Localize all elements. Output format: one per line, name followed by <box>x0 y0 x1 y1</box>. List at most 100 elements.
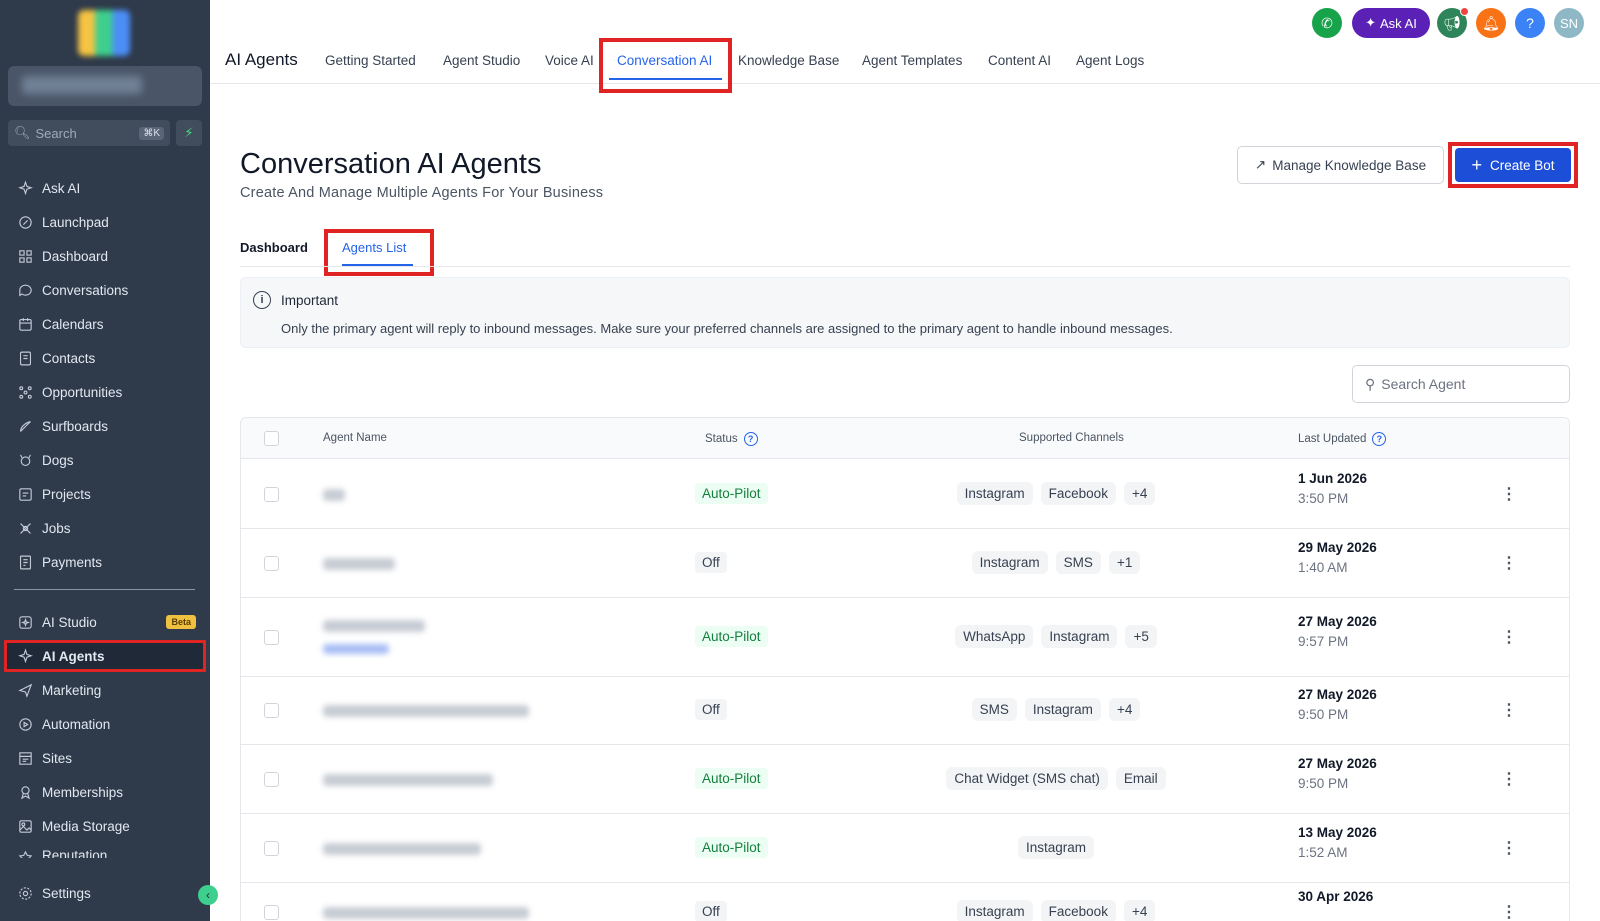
channel-chip[interactable]: +4 <box>1123 481 1156 505</box>
beta-badge: Beta <box>166 615 196 629</box>
agent-name-blurred[interactable] <box>323 488 345 501</box>
channel-chip[interactable]: +5 <box>1125 624 1157 648</box>
sidebar-item-ai-studio[interactable]: AI Studio Beta <box>0 606 210 638</box>
select-all-checkbox[interactable] <box>264 431 279 446</box>
sidebar-item-memberships[interactable]: Memberships <box>0 776 210 808</box>
tab-agent-logs[interactable]: Agent Logs <box>1076 53 1144 68</box>
channel-list: WhatsApp Instagram +5 <box>801 624 1311 648</box>
sidebar-item-settings[interactable]: Settings <box>0 877 210 909</box>
table-row[interactable]: Auto-Pilot Instagram Facebook +4 1 Jun 2026 3… <box>241 460 1569 529</box>
last-updated-date: 27 May 2026 <box>1298 687 1377 702</box>
row-checkbox[interactable] <box>264 555 279 571</box>
sidebar-item-conversations[interactable]: Conversations <box>0 274 210 306</box>
automation-icon <box>16 715 34 733</box>
channel-chip: SMS <box>1055 550 1101 574</box>
search-agent-input[interactable]: ⚲ Search Agent <box>1352 365 1570 403</box>
last-updated-time: 3:50 PM <box>1298 490 1349 506</box>
sidebar-item-contacts[interactable]: Contacts <box>0 342 210 374</box>
row-checkbox[interactable] <box>264 629 279 645</box>
tab-getting-started[interactable]: Getting Started <box>325 53 416 68</box>
account-switcher[interactable] <box>8 66 202 106</box>
tab-knowledge-base[interactable]: Knowledge Base <box>738 53 839 68</box>
chat-icon <box>16 281 34 299</box>
important-notice: i Important Only the primary agent will … <box>240 277 1570 348</box>
sidebar-item-sites[interactable]: Sites <box>0 742 210 774</box>
table-row[interactable]: Off SMS Instagram +4 27 May 2026 9:50 PM ⋮ <box>241 677 1569 745</box>
channel-chip[interactable]: +1 <box>1108 550 1141 574</box>
agent-name-blurred[interactable] <box>323 705 529 717</box>
sidebar-item-automation[interactable]: Automation <box>0 708 210 740</box>
sidebar-item-opportunities[interactable]: Opportunities <box>0 376 210 408</box>
channel-chip: Instagram <box>1024 698 1101 721</box>
agent-name-blurred[interactable] <box>323 907 529 919</box>
sidebar-item-dashboard[interactable]: Dashboard <box>0 240 210 272</box>
channel-chip: WhatsApp <box>955 624 1034 648</box>
more-options-icon[interactable]: ⋮ <box>1501 838 1517 858</box>
sidebar-item-media-storage[interactable]: Media Storage <box>0 810 210 842</box>
col-last-updated[interactable]: Last Updated? <box>1298 432 1387 446</box>
agent-name-blurred[interactable] <box>323 773 493 786</box>
sidebar-item-payments[interactable]: Payments <box>0 546 210 578</box>
help-icon[interactable]: ? <box>1515 8 1545 38</box>
sidebar-item-marketing[interactable]: Marketing <box>0 674 210 706</box>
info-icon: i <box>253 291 271 309</box>
sidebar-item-launchpad[interactable]: Launchpad <box>0 206 210 238</box>
collapse-sidebar-icon[interactable]: ‹ <box>198 885 218 905</box>
tab-agent-studio[interactable]: Agent Studio <box>443 53 520 68</box>
sidebar-item-ai-agents[interactable]: AI Agents <box>4 640 206 672</box>
manage-knowledge-base-button[interactable]: ↗ Manage Knowledge Base <box>1237 146 1444 184</box>
question-icon[interactable]: ? <box>1372 432 1387 446</box>
avatar[interactable]: SN <box>1554 8 1584 38</box>
sidebar-item-label: Dogs <box>42 452 74 468</box>
agent-name-blurred[interactable] <box>323 842 481 855</box>
highlight-box <box>324 229 434 276</box>
phone-icon[interactable]: ✆ <box>1312 8 1342 38</box>
agent-name-blurred[interactable] <box>323 557 395 570</box>
membership-icon <box>16 783 34 801</box>
row-checkbox[interactable] <box>264 771 279 787</box>
table-row[interactable]: Auto-Pilot Instagram 13 May 2026 1:52 AM ⋮ <box>241 814 1569 883</box>
bell-icon[interactable]: 🔔︎ <box>1476 8 1506 38</box>
tab-voice-ai[interactable]: Voice AI <box>545 53 594 68</box>
tab-agent-templates[interactable]: Agent Templates <box>862 53 962 68</box>
agent-name-blurred[interactable] <box>323 619 425 632</box>
channel-chip[interactable]: +4 <box>1108 698 1141 721</box>
col-status[interactable]: Status? <box>705 432 758 446</box>
table-row[interactable]: Off Instagram Facebook +4 30 Apr 2026 ⋮ <box>241 883 1569 921</box>
more-options-icon[interactable]: ⋮ <box>1501 769 1517 789</box>
star-icon <box>16 848 34 858</box>
more-options-icon[interactable]: ⋮ <box>1501 902 1517 921</box>
sidebar-item-ask-ai[interactable]: Ask AI <box>0 172 210 204</box>
channel-chip[interactable]: +4 <box>1123 900 1156 921</box>
sidebar-item-dogs[interactable]: Dogs <box>0 444 210 476</box>
sidebar-item-calendars[interactable]: Calendars <box>0 308 210 340</box>
more-options-icon[interactable]: ⋮ <box>1501 484 1517 504</box>
row-checkbox[interactable] <box>264 703 279 718</box>
sidebar-item-projects[interactable]: Projects <box>0 478 210 510</box>
col-supported-channels: Supported Channels <box>1019 432 1124 444</box>
company-logo[interactable] <box>78 10 130 56</box>
more-options-icon[interactable]: ⋮ <box>1501 700 1517 720</box>
sidebar-item-label: Dashboard <box>42 248 109 264</box>
row-checkbox[interactable] <box>264 486 279 502</box>
sidebar-item-jobs[interactable]: Jobs <box>0 512 210 544</box>
channel-list: Instagram Facebook +4 <box>801 900 1311 921</box>
table-row[interactable]: Auto-Pilot Chat Widget (SMS chat) Email 27 … <box>241 745 1569 814</box>
row-checkbox[interactable] <box>264 905 279 920</box>
ask-ai-button[interactable]: ✦ Ask AI <box>1352 8 1430 38</box>
more-options-icon[interactable]: ⋮ <box>1501 627 1517 647</box>
table-row[interactable]: Auto-Pilot WhatsApp Instagram +5 27 May 2026… <box>241 598 1569 677</box>
row-checkbox[interactable] <box>264 840 279 856</box>
table-row[interactable]: Off Instagram SMS +1 29 May 2026 1:40 AM ⋮ <box>241 529 1569 598</box>
tab-content-ai[interactable]: Content AI <box>988 53 1051 68</box>
question-icon[interactable]: ? <box>743 432 758 446</box>
more-options-icon[interactable]: ⋮ <box>1501 553 1517 573</box>
sparkle-icon <box>16 179 34 197</box>
quick-action-bolt-icon[interactable]: ⚡︎ <box>176 120 202 146</box>
sidebar-search[interactable]: 🔍︎ Search ⌘K <box>8 120 170 146</box>
subtab-dashboard[interactable]: Dashboard <box>240 240 308 255</box>
channel-chip: Facebook <box>1040 481 1116 505</box>
sidebar-item-surfboards[interactable]: Surfboards <box>0 410 210 442</box>
col-agent-name[interactable]: Agent Name <box>323 432 387 444</box>
sidebar-item-reputation[interactable]: Reputation <box>0 844 210 858</box>
